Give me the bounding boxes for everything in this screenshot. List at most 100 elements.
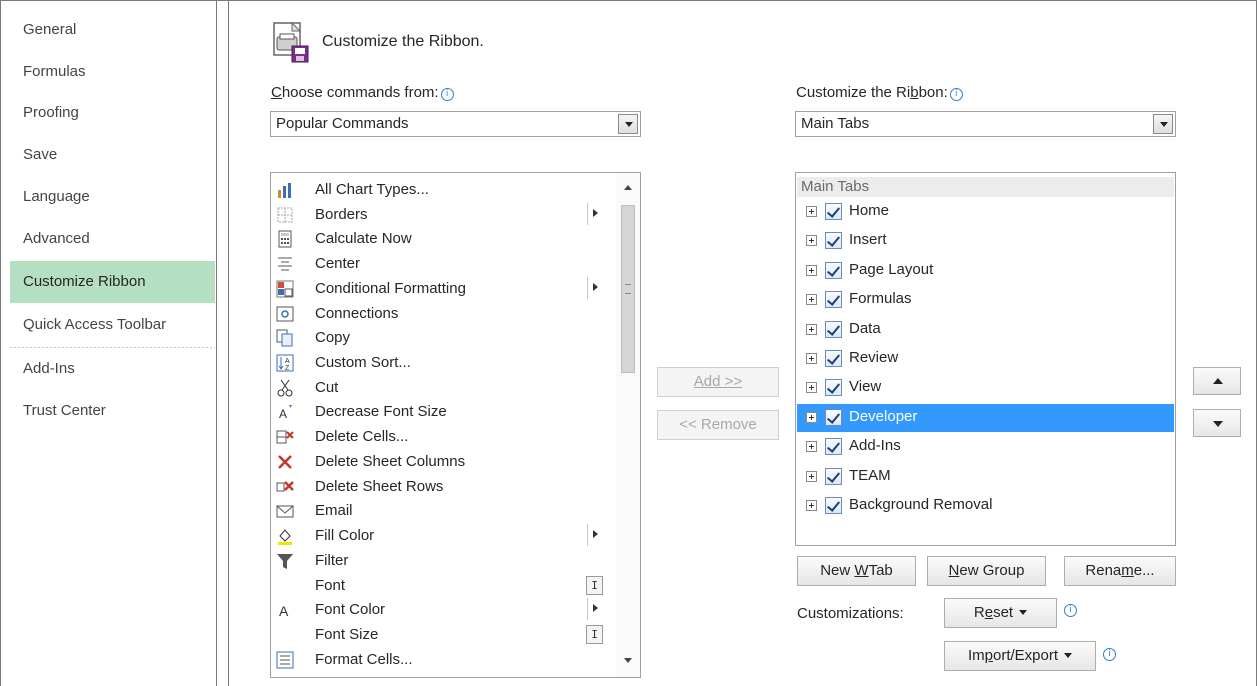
sidebar-item-language[interactable]: Language [10,176,215,218]
tree-item-team[interactable]: TEAM [797,463,1174,491]
checkbox[interactable] [825,379,842,397]
list-item-label: Decrease Font Size [315,403,447,421]
expand-icon[interactable] [806,411,817,423]
commands-list[interactable]: All Chart Types... Borders Calculate Now Ce… [270,172,641,678]
rename-button[interactable]: Rename... [1064,556,1176,586]
checkbox[interactable] [825,232,842,250]
info-icon[interactable]: i [1103,648,1116,661]
list-item-label: Fill Color [315,527,375,545]
checkbox[interactable] [825,438,842,456]
sidebar-item-save[interactable]: Save [10,134,215,176]
delete-rows-icon [276,480,294,492]
checkbox[interactable] [825,203,842,220]
delete-columns-icon [278,455,292,469]
dropdown-arrow-icon[interactable] [1153,114,1173,134]
font-color-icon: A [279,603,289,619]
move-up-button[interactable] [1193,367,1241,395]
checkbox[interactable] [825,320,842,338]
expand-icon[interactable] [806,500,817,511]
sidebar-item-formulas[interactable]: Formulas [10,51,215,93]
checkbox[interactable] [825,261,842,279]
checkbox[interactable] [825,497,842,514]
list-item[interactable]: Connections [271,302,616,327]
import-export-button[interactable]: Import/Export [944,641,1096,671]
list-scrollbar[interactable] [616,173,640,677]
tree-item-label: Insert [849,231,887,249]
checkbox[interactable] [825,291,842,309]
chevron-down-icon [1064,653,1073,658]
list-item[interactable]: Font I [271,574,616,599]
reset-button[interactable]: Reset [944,598,1057,628]
list-item[interactable]: Center [271,252,616,277]
dropdown-arrow-icon[interactable] [618,114,638,134]
scroll-thumb[interactable] [621,205,635,373]
expand-icon[interactable] [806,294,817,306]
ribbon-tabs-tree[interactable]: Main Tabs Home Insert Page Layout Formulas D… [795,172,1176,546]
tree-item-background-removal[interactable]: Background Removal [797,492,1174,520]
tree-item-label: Background Removal [849,496,993,513]
sidebar-item-general[interactable]: General [10,9,215,51]
tree-item-page-layout[interactable]: Page Layout [797,257,1174,285]
info-icon[interactable]: i [440,88,454,101]
list-item[interactable]: A Font Color [271,598,616,623]
list-item[interactable]: Copy [271,326,616,351]
tree-item-developer[interactable]: Developer [797,403,1174,432]
list-item-label: Conditional Formatting [315,279,466,297]
new-tab-button[interactable]: New WTab [797,556,916,586]
checkbox[interactable] [825,350,842,367]
sidebar-item-advanced[interactable]: Advanced [10,218,215,260]
sidebar-item-customize-ribbon[interactable]: Customize Ribbon [10,261,215,303]
remove-button[interactable]: << Remove [657,410,779,440]
expand-icon[interactable] [806,323,817,335]
checkbox[interactable] [825,408,842,426]
format-cells-icon [276,651,294,669]
sidebar-item-proofing[interactable]: Proofing [10,92,215,134]
customize-ribbon-combo[interactable]: Main Tabs [795,111,1176,137]
choose-commands-combo[interactable]: Popular Commands [270,111,641,137]
tree-item-home[interactable]: Home [797,198,1174,226]
list-item[interactable]: Conditional Formatting [271,276,616,302]
list-item[interactable]: Font Size I [271,623,616,648]
new-group-button[interactable]: New Group [927,556,1046,586]
expand-icon[interactable] [806,264,817,276]
tree-item-add-ins[interactable]: Add-Ins [797,433,1174,461]
list-item[interactable]: Cut [271,376,616,401]
expand-icon[interactable] [806,353,817,364]
list-item[interactable]: Borders [271,202,616,228]
tree-item-review[interactable]: Review [797,345,1174,373]
expand-icon[interactable] [806,235,817,247]
copy-icon [276,329,293,347]
add-button[interactable]: Add >> [657,367,779,397]
expand-icon[interactable] [806,470,817,482]
list-item[interactable]: A Z Custom Sort... [271,351,616,376]
list-item[interactable]: Filter [271,549,616,574]
tree-item-data[interactable]: Data [797,316,1174,344]
sidebar-item-trust-center[interactable]: Trust Center [10,390,215,432]
info-icon[interactable]: i [949,88,963,101]
move-down-button[interactable] [1193,409,1241,437]
list-item[interactable]: All Chart Types... [271,178,616,203]
info-icon[interactable]: i [1064,604,1077,617]
checkbox[interactable] [825,467,842,485]
expand-icon[interactable] [806,206,817,217]
list-item[interactable]: Calculate Now [271,227,616,252]
list-item[interactable]: Delete Cells... [271,425,616,450]
list-item[interactable]: Fill Color [271,524,616,549]
tree-item-insert[interactable]: Insert [797,227,1174,255]
sidebar-item-quick-access-toolbar[interactable]: Quick Access Toolbar [10,304,215,346]
tree-item-formulas[interactable]: Formulas [797,286,1174,314]
scroll-down-icon[interactable] [624,658,632,663]
list-item[interactable]: A Decrease Font Size [271,400,616,425]
sidebar-item-add-ins[interactable]: Add-Ins [10,348,215,390]
list-item[interactable]: Delete Sheet Columns [271,450,616,475]
list-item-label: Format Cells... [315,650,413,668]
expand-icon[interactable] [806,382,817,394]
list-item[interactable]: Format Cells... [271,648,616,673]
list-item[interactable]: Email [271,499,616,524]
decrease-font-icon: A [279,405,292,421]
list-item[interactable]: Delete Sheet Rows [271,475,616,500]
scroll-up-icon[interactable] [624,185,632,190]
tree-item-view[interactable]: View [797,374,1174,402]
calculator-icon [278,230,292,248]
expand-icon[interactable] [806,441,817,453]
